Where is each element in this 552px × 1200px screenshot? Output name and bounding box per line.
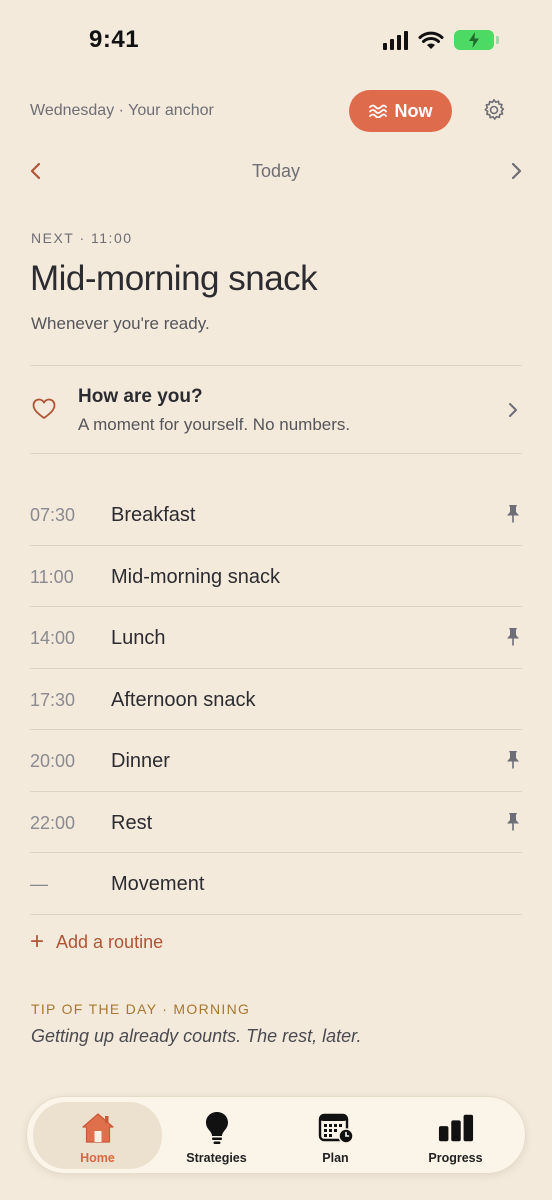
pin-icon[interactable] <box>506 750 520 770</box>
checkin-title: How are you? <box>78 386 203 407</box>
calendar-clock-icon <box>318 1111 354 1145</box>
routine-time: 14:00 <box>30 628 76 648</box>
pin-icon[interactable] <box>506 504 520 524</box>
header: Wednesday · Your anchor Now <box>30 88 522 134</box>
checkin-subtitle: A moment for yourself. No numbers. <box>78 415 351 434</box>
date-label: Today <box>251 161 301 181</box>
home-icon <box>80 1111 116 1145</box>
tab-home[interactable]: Home <box>33 1102 162 1169</box>
tab-label: Plan <box>322 1151 349 1165</box>
plus-icon: + <box>30 928 45 955</box>
status-icons <box>383 30 499 50</box>
waves-icon <box>368 104 387 118</box>
routine-name: Mid-morning snack <box>111 565 280 588</box>
next-title: Mid-morning snack <box>30 259 318 298</box>
routine-time: — <box>30 874 48 894</box>
routine-row[interactable]: 14:00 Lunch <box>30 607 522 669</box>
routine-name: Afternoon snack <box>111 688 256 711</box>
status-time: 9:41 <box>89 26 140 53</box>
routine-time: 20:00 <box>30 751 76 771</box>
routine-name: Movement <box>111 873 205 895</box>
battery-icon <box>454 30 499 50</box>
tab-plan[interactable]: Plan <box>271 1102 400 1169</box>
tip-kicker: TIP OF THE DAY · MORNING <box>31 1001 251 1017</box>
routine-row[interactable]: 07:30 Breakfast <box>30 484 522 546</box>
routine-time: 07:30 <box>30 505 76 525</box>
routine-row[interactable]: 11:00 Mid-morning snack <box>30 546 522 607</box>
heart-icon <box>32 398 56 419</box>
add-routine-button[interactable]: + Add a routine <box>30 928 163 956</box>
tab-label: Strategies <box>186 1151 247 1165</box>
routine-row[interactable]: — Movement <box>30 853 522 915</box>
now-button-label: Now <box>394 100 433 121</box>
tip-text: Getting up already counts. The rest, lat… <box>31 1026 362 1046</box>
date-navigation: Today <box>22 152 530 190</box>
routine-list: 07:30 Breakfast 11:00 Mid-morning snack … <box>30 484 522 915</box>
routine-row[interactable]: 17:30 Afternoon snack <box>30 669 522 730</box>
routine-name: Lunch <box>111 627 166 649</box>
now-button[interactable]: Now <box>349 90 452 132</box>
lightbulb-icon <box>199 1111 235 1145</box>
tab-bar: Home Strategies Plan Progress <box>26 1096 526 1174</box>
routine-name: Dinner <box>111 750 170 772</box>
cellular-signal-icon <box>383 30 408 50</box>
add-routine-label: Add a routine <box>56 931 164 952</box>
tab-progress[interactable]: Progress <box>391 1102 520 1169</box>
routine-time: 22:00 <box>30 812 76 833</box>
bar-chart-icon <box>438 1111 474 1145</box>
tab-strategies[interactable]: Strategies <box>152 1102 281 1169</box>
chevron-right-icon <box>509 403 517 417</box>
routine-row[interactable]: 22:00 Rest <box>30 792 522 853</box>
wifi-icon <box>418 31 444 49</box>
routine-name: Breakfast <box>111 504 196 526</box>
status-bar: 9:41 <box>0 0 552 80</box>
tab-label: Progress <box>428 1151 483 1165</box>
gear-icon[interactable] <box>482 98 506 122</box>
checkin-card[interactable]: How are you? A moment for yourself. No n… <box>30 366 522 453</box>
routine-row[interactable]: 20:00 Dinner <box>30 730 522 792</box>
routine-time: 17:30 <box>30 689 76 710</box>
pin-icon[interactable] <box>506 627 520 647</box>
header-subtitle: Wednesday · Your anchor <box>30 102 214 119</box>
divider <box>30 453 522 454</box>
routine-name: Rest <box>111 811 153 834</box>
tab-label: Home <box>80 1151 115 1165</box>
next-subtitle: Whenever you're ready. <box>31 314 210 333</box>
next-kicker: NEXT · 11:00 <box>31 230 133 246</box>
chevron-right-icon[interactable] <box>506 158 526 184</box>
routine-time: 11:00 <box>30 566 74 587</box>
pin-icon[interactable] <box>506 812 520 832</box>
